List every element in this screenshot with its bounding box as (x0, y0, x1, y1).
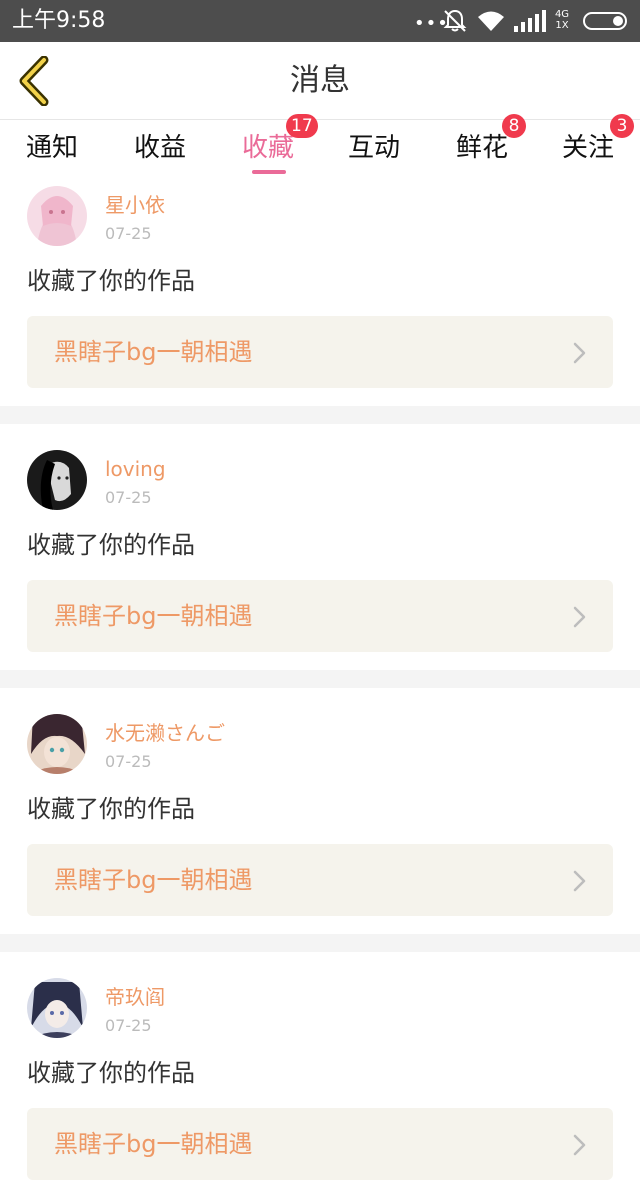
status-time: 上午9:58 (12, 8, 106, 33)
tab-following[interactable]: 关注 3 (538, 114, 638, 182)
work-title: 黑瞎子bg一朝相遇 (54, 1130, 253, 1158)
divider (0, 670, 640, 688)
tab-earnings[interactable]: 收益 (110, 120, 210, 182)
tab-flowers[interactable]: 鲜花 8 (432, 114, 532, 182)
work-link[interactable]: 黑瞎子bg一朝相遇 (27, 844, 613, 916)
post-date: 07-25 (105, 224, 152, 243)
post-date: 07-25 (105, 488, 152, 507)
list-item: 星小依 07-25 收藏了你的作品 黑瞎子bg一朝相遇 (0, 182, 640, 406)
work-title: 黑瞎子bg一朝相遇 (54, 602, 253, 630)
tab-label: 通知 (25, 133, 78, 163)
tab-bar: 通知 收益 收藏 17 互动 鲜花 8 关注 3 (0, 114, 640, 182)
user-name[interactable]: loving (105, 456, 166, 482)
chevron-right-icon (573, 870, 586, 892)
avatar-monochrome-girl-icon[interactable] (27, 450, 87, 510)
action-text: 收藏了你的作品 (27, 1059, 195, 1087)
action-text: 收藏了你的作品 (27, 531, 195, 559)
tab-label: 互动 (347, 133, 400, 163)
tab-label: 收益 (133, 133, 186, 163)
chevron-right-icon (573, 606, 586, 628)
battery-icon (583, 12, 627, 30)
list-item: 水无濑さんご 07-25 收藏了你的作品 黑瞎子bg一朝相遇 (0, 688, 640, 934)
user-name[interactable]: 帝玖阎 (105, 984, 165, 1010)
wifi-icon (478, 11, 504, 31)
list-item: loving 07-25 收藏了你的作品 黑瞎子bg一朝相遇 (0, 424, 640, 670)
work-link[interactable]: 黑瞎子bg一朝相遇 (27, 1108, 613, 1180)
tab-favorites[interactable]: 收藏 17 (218, 114, 318, 182)
work-link[interactable]: 黑瞎子bg一朝相遇 (27, 316, 613, 388)
work-title: 黑瞎子bg一朝相遇 (54, 866, 253, 894)
chevron-right-icon (573, 342, 586, 364)
signal-icon (514, 10, 546, 32)
tab-label: 鲜花 (455, 133, 508, 163)
network-type: 4G 1X (554, 9, 570, 31)
action-text: 收藏了你的作品 (27, 267, 195, 295)
header: 消息 (0, 42, 640, 120)
page-title: 消息 (290, 63, 350, 98)
chevron-right-icon (573, 1134, 586, 1156)
action-text: 收藏了你的作品 (27, 795, 195, 823)
tab-label: 收藏 (241, 133, 294, 163)
unread-badge: 3 (610, 114, 634, 138)
post-date: 07-25 (105, 1016, 152, 1035)
avatar-pink-hair-icon[interactable] (27, 186, 87, 246)
avatar-dark-hair-girl-icon[interactable] (27, 714, 87, 774)
avatar-anime-girl-icon[interactable] (27, 978, 87, 1038)
message-list: 星小依 07-25 收藏了你的作品 黑瞎子bg一朝相遇 loving 07-25… (0, 182, 640, 1198)
divider (0, 934, 640, 952)
user-name[interactable]: 水无濑さんご (105, 720, 225, 746)
user-name[interactable]: 星小依 (105, 192, 165, 218)
unread-badge: 8 (502, 114, 526, 138)
unread-badge: 17 (286, 114, 318, 138)
tab-label: 关注 (561, 133, 614, 163)
divider (0, 406, 640, 424)
list-item: 帝玖阎 07-25 收藏了你的作品 黑瞎子bg一朝相遇 (0, 952, 640, 1198)
tab-interactions[interactable]: 互动 (324, 120, 424, 182)
bell-muted-icon (443, 9, 467, 32)
post-date: 07-25 (105, 752, 152, 771)
work-title: 黑瞎子bg一朝相遇 (54, 338, 253, 366)
tab-active-indicator (252, 170, 286, 174)
work-link[interactable]: 黑瞎子bg一朝相遇 (27, 580, 613, 652)
status-bar: 上午9:58 ••• 4G 1X (0, 0, 640, 42)
tab-notifications[interactable]: 通知 (2, 120, 102, 182)
